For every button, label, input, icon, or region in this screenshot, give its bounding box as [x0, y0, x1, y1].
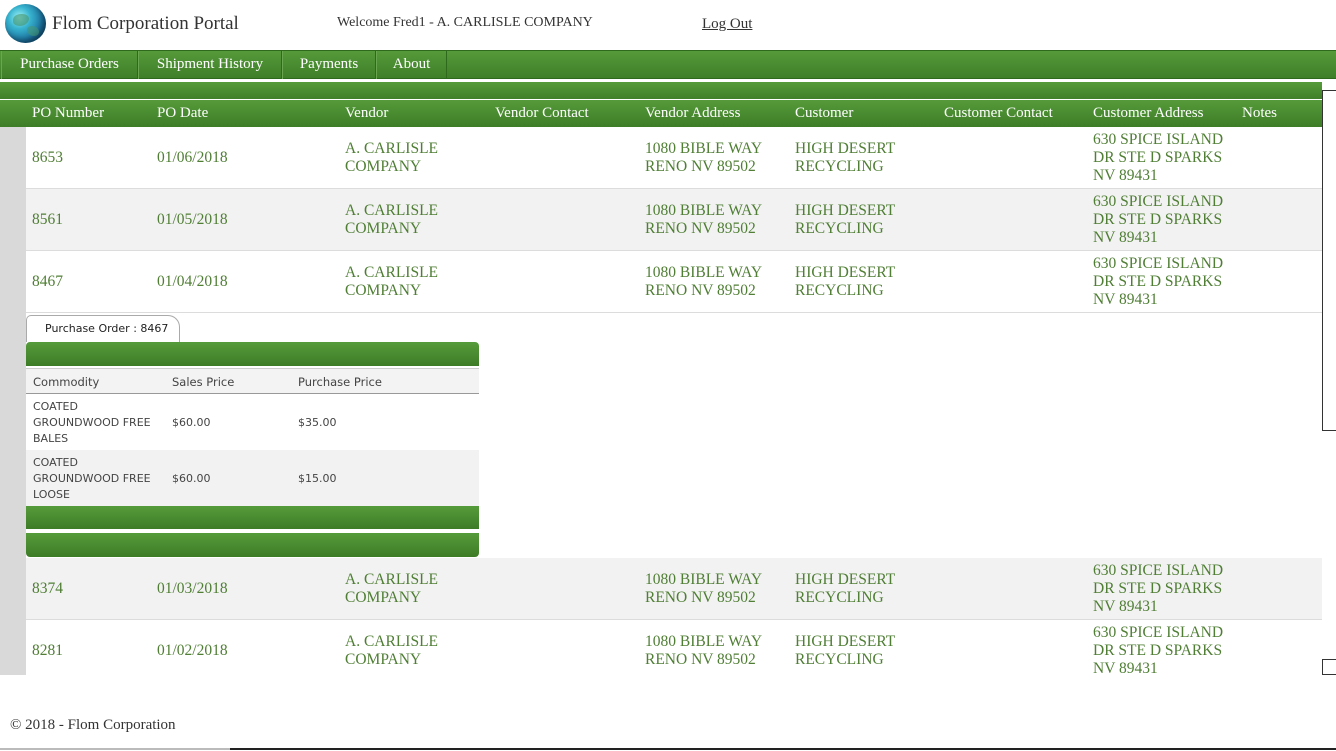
- vendor-address: 1080 BIBLE WAY RENO NV 89502: [645, 140, 762, 175]
- vendor: A. CARLISLE COMPANY: [345, 140, 438, 175]
- po-number: 8281: [32, 642, 63, 659]
- detail-row[interactable]: COATED GROUNDWOOD FREE BALES $60.00 $35.…: [26, 394, 479, 450]
- vendor-address: 1080 BIBLE WAY RENO NV 89502: [645, 264, 762, 299]
- nav-purchase-orders[interactable]: Purchase Orders: [1, 51, 138, 79]
- customer-address: 630 SPICE ISLAND DR STE D SPARKS NV 8943…: [1093, 131, 1224, 184]
- purchase-price: $15.00: [298, 472, 337, 485]
- table-row[interactable]: 8653 01/06/2018 A. CARLISLE COMPANY 1080…: [26, 127, 1322, 189]
- col-vendor[interactable]: Vendor: [345, 105, 388, 122]
- detail-toolbar: [26, 342, 479, 366]
- po-date: 01/06/2018: [157, 149, 228, 166]
- logout-link[interactable]: Log Out: [702, 16, 752, 33]
- col-commodity[interactable]: Commodity: [33, 375, 99, 389]
- site-title: Flom Corporation Portal: [52, 13, 239, 34]
- vendor-address: 1080 BIBLE WAY RENO NV 89502: [645, 633, 762, 668]
- scrollbar-end[interactable]: [1322, 659, 1336, 675]
- table-row[interactable]: 8281 01/02/2018 A. CARLISLE COMPANY 1080…: [26, 620, 1322, 677]
- nav-shipment-history[interactable]: Shipment History: [138, 51, 282, 79]
- vendor: A. CARLISLE COMPANY: [345, 202, 438, 237]
- customer-address: 630 SPICE ISLAND DR STE D SPARKS NV 8943…: [1093, 255, 1224, 308]
- customer-address: 630 SPICE ISLAND DR STE D SPARKS NV 8943…: [1093, 193, 1224, 246]
- po-date: 01/03/2018: [157, 580, 228, 597]
- nav-about[interactable]: About: [376, 51, 447, 79]
- commodity: COATED GROUNDWOOD FREE LOOSE: [33, 456, 151, 501]
- detail-pager: [26, 533, 479, 557]
- customer: HIGH DESERT RECYCLING: [795, 571, 895, 606]
- col-vendor-address[interactable]: Vendor Address: [645, 105, 740, 122]
- customer: HIGH DESERT RECYCLING: [795, 202, 895, 237]
- row-selector-gutter: [0, 127, 26, 675]
- customer-address: 630 SPICE ISLAND DR STE D SPARKS NV 8943…: [1093, 624, 1224, 677]
- po-number: 8561: [32, 211, 63, 228]
- po-number: 8653: [32, 149, 63, 166]
- grid-toolbar: [0, 82, 1322, 99]
- customer: HIGH DESERT RECYCLING: [795, 633, 895, 668]
- vendor-address: 1080 BIBLE WAY RENO NV 89502: [645, 202, 762, 237]
- col-sales-price[interactable]: Sales Price: [172, 375, 234, 389]
- col-customer[interactable]: Customer: [795, 105, 853, 122]
- welcome-text: Welcome Fred1 - A. CARLISLE COMPANY: [337, 15, 593, 30]
- vendor: A. CARLISLE COMPANY: [345, 264, 438, 299]
- purchase-price: $35.00: [298, 416, 337, 429]
- col-customer-contact[interactable]: Customer Contact: [944, 105, 1053, 122]
- col-purchase-price[interactable]: Purchase Price: [298, 375, 382, 389]
- detail-header: Commodity Sales Price Purchase Price: [26, 368, 479, 394]
- col-customer-address[interactable]: Customer Address: [1093, 105, 1203, 122]
- col-vendor-contact[interactable]: Vendor Contact: [495, 105, 589, 122]
- globe-logo-icon: [5, 4, 46, 43]
- po-number: 8467: [32, 273, 63, 290]
- col-po-number[interactable]: PO Number: [32, 105, 104, 122]
- customer-address: 630 SPICE ISLAND DR STE D SPARKS NV 8943…: [1093, 562, 1224, 615]
- commodity: COATED GROUNDWOOD FREE BALES: [33, 400, 151, 445]
- po-number: 8374: [32, 580, 63, 597]
- detail-footer-bar: [26, 506, 479, 529]
- footer-divider-accent: [0, 748, 230, 750]
- detail-row[interactable]: COATED GROUNDWOOD FREE LOOSE $60.00 $15.…: [26, 450, 479, 506]
- col-notes[interactable]: Notes: [1242, 105, 1277, 122]
- customer: HIGH DESERT RECYCLING: [795, 264, 895, 299]
- po-date: 01/04/2018: [157, 273, 228, 290]
- col-po-date[interactable]: PO Date: [157, 105, 208, 122]
- sales-price: $60.00: [172, 416, 211, 429]
- customer: HIGH DESERT RECYCLING: [795, 140, 895, 175]
- table-row[interactable]: 8467 01/04/2018 A. CARLISLE COMPANY 1080…: [26, 251, 1322, 313]
- vendor: A. CARLISLE COMPANY: [345, 571, 438, 606]
- po-date: 01/02/2018: [157, 642, 228, 659]
- main-nav: Purchase Orders Shipment History Payment…: [0, 50, 1336, 79]
- sales-price: $60.00: [172, 472, 211, 485]
- footer-copyright: © 2018 - Flom Corporation: [10, 717, 176, 733]
- vendor: A. CARLISLE COMPANY: [345, 633, 438, 668]
- nav-payments[interactable]: Payments: [282, 51, 376, 79]
- table-row[interactable]: 8561 01/05/2018 A. CARLISLE COMPANY 1080…: [26, 189, 1322, 251]
- vertical-scrollbar[interactable]: [1322, 90, 1336, 431]
- vendor-address: 1080 BIBLE WAY RENO NV 89502: [645, 571, 762, 606]
- grid-header: PO Number PO Date Vendor Vendor Contact …: [0, 100, 1322, 127]
- po-date: 01/05/2018: [157, 211, 228, 228]
- table-row[interactable]: 8374 01/03/2018 A. CARLISLE COMPANY 1080…: [26, 558, 1322, 620]
- tab-purchase-order[interactable]: Purchase Order : 8467: [26, 315, 180, 342]
